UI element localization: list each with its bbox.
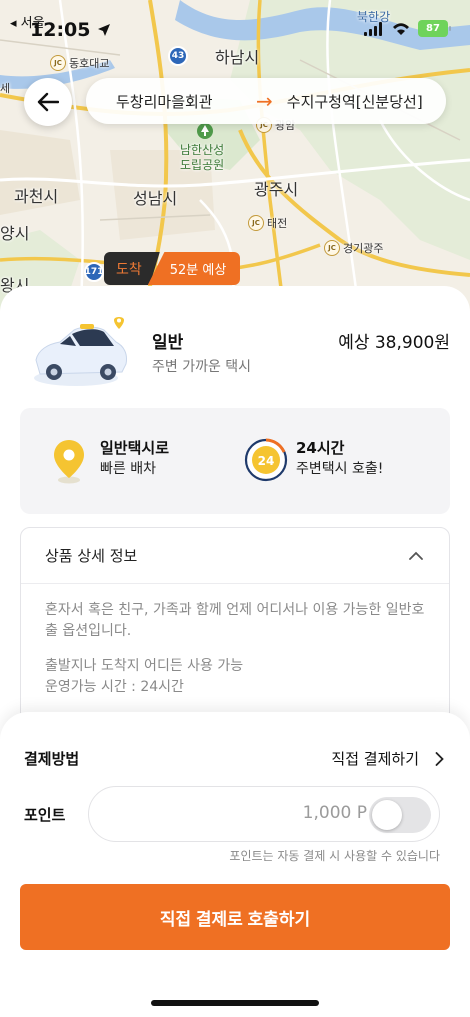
feature-title: 일반택시로 [100,439,170,457]
product-subtitle: 주변 가까운 택시 [152,359,252,375]
product-summary: 일반 주변 가까운 택시 예상 38,900원 [0,308,470,398]
payment-method-value: 직접 결제하기 [331,750,419,768]
call-taxi-button[interactable]: 직접 결제로 호출하기 [20,884,450,950]
status-time: 12:05 [30,19,111,41]
back-button[interactable] [24,78,72,126]
junction-icon: JC [324,240,340,256]
map-label-namhansanseong: 남한산성 도립공원 [180,143,225,172]
product-detail-title: 상품 상세 정보 [45,547,138,565]
status-bar: ◂ 서울 12:05 87 [0,0,470,60]
feature-fast-dispatch: 일반택시로 빠른 배차 [52,438,169,484]
map-label-gwangju: 광주시 [254,180,299,199]
payment-method-label: 결제방법 [24,750,80,768]
product-detail-body: 혼자서 혹은 친구, 가족과 함께 언제 어디서나 이용 가능한 일반호출 옵션… [21,584,449,728]
wifi-icon [393,22,409,35]
route-destination[interactable]: 수지구청역[신분당선] [287,91,432,112]
feature-24h: 24 24시간 주변택시 호출! [244,438,383,482]
signal-icon [364,21,382,36]
feature-title: 24시간 [296,439,345,457]
status-indicators: 87 [364,20,451,37]
map-label-partial-yang: 양시 [0,224,30,243]
map-label-gwacheon: 과천시 [14,187,59,206]
estimated-fare: 예상 38,900원 [338,333,450,353]
toggle-knob [372,800,402,830]
junction-icon: JC [248,215,264,231]
route-origin[interactable]: 두창리마을회관 [116,91,236,112]
points-label: 포인트 [24,806,66,824]
park-icon [197,123,213,139]
feature-desc: 빠른 배차 [100,461,156,477]
chevron-up-icon[interactable] [409,551,423,560]
feature-desc: 주변택시 호출! [296,461,384,477]
product-name: 일반 [152,333,184,353]
route-summary[interactable]: 두창리마을회관 → 수지구청역[신분당선] [86,78,446,124]
payment-method-selector[interactable]: 직접 결제하기 [331,748,444,769]
feature-box: 일반택시로 빠른 배차 24 24시간 주변택시 호출! [20,408,450,514]
map-label-partial-se: 세 [0,82,11,95]
map-label-taejeon: JC 태전 [248,215,287,231]
map-label-seongnam: 성남시 [133,189,178,208]
points-toggle[interactable] [369,797,431,833]
arrow-left-icon [37,92,59,112]
product-detail-toggle[interactable]: 상품 상세 정보 [21,528,449,584]
location-arrow-icon [98,24,111,36]
points-hint: 포인트는 자동 결제 시 사용할 수 있습니다 [229,849,440,863]
location-pin-icon [54,440,84,484]
payment-method-row[interactable]: 결제방법 직접 결제하기 [24,748,444,769]
taxi-icon [34,317,127,386]
detail-paragraph: 출발지나 도착지 어디든 사용 가능 운영가능 시간 : 24시간 [45,658,244,695]
route-171-icon: 171 [84,262,104,282]
points-row: 포인트 1,000 P [24,786,444,842]
map-label-gyeonggi-gwangju: JC 경기광주 [324,240,383,256]
payment-panel: 결제방법 직접 결제하기 포인트 1,000 P 포인트는 자동 결제 시 사용… [0,712,470,1017]
points-field[interactable]: 1,000 P [88,786,440,842]
points-value: 1,000 P [302,803,367,823]
chevron-right-icon [435,751,444,766]
svg-text:24: 24 [258,454,275,468]
clock-24-icon: 24 [244,438,288,482]
arrow-right-icon: → [256,89,273,113]
arrival-eta: 52분 예상 [147,252,241,285]
detail-paragraph: 혼자서 혹은 친구, 가족과 함께 언제 어디서나 이용 가능한 일반호출 옵션… [45,602,425,639]
battery-icon: 87 [418,20,451,37]
arrival-tag: 도착 52분 예상 [104,252,241,285]
home-indicator [151,1000,319,1006]
